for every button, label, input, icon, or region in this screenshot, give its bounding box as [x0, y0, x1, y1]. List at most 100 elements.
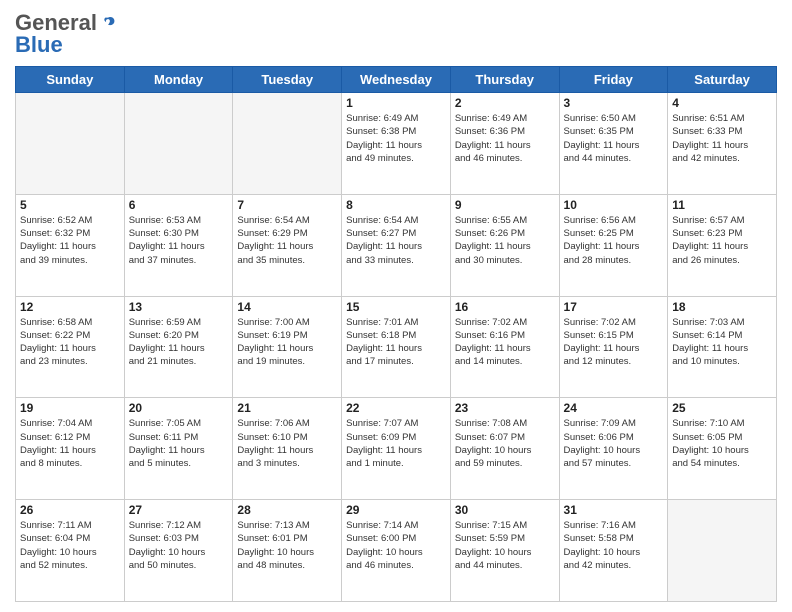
- day-number: 4: [672, 96, 772, 110]
- day-info: Sunrise: 7:04 AM Sunset: 6:12 PM Dayligh…: [20, 417, 120, 470]
- calendar-cell: 29 Sunrise: 7:14 AM Sunset: 6:00 PM Dayli…: [342, 500, 451, 602]
- day-info: Sunrise: 7:13 AM Sunset: 6:01 PM Dayligh…: [237, 519, 337, 572]
- day-number: 24: [564, 401, 664, 415]
- day-number: 21: [237, 401, 337, 415]
- day-number: 12: [20, 300, 120, 314]
- calendar-cell: 19 Sunrise: 7:04 AM Sunset: 6:12 PM Dayli…: [16, 398, 125, 500]
- day-number: 13: [129, 300, 229, 314]
- week-row-1: 1 Sunrise: 6:49 AM Sunset: 6:38 PM Daylig…: [16, 93, 777, 195]
- day-info: Sunrise: 7:00 AM Sunset: 6:19 PM Dayligh…: [237, 316, 337, 369]
- calendar-cell: 27 Sunrise: 7:12 AM Sunset: 6:03 PM Dayli…: [124, 500, 233, 602]
- calendar-cell: 15Sunrise: 7:01 AM Sunset: 6:18 PM Dayli…: [342, 296, 451, 398]
- day-info: Sunrise: 7:14 AM Sunset: 6:00 PM Dayligh…: [346, 519, 446, 572]
- day-info: Sunrise: 6:54 AM Sunset: 6:29 PM Dayligh…: [237, 214, 337, 267]
- day-number: 29: [346, 503, 446, 517]
- day-number: 31: [564, 503, 664, 517]
- week-row-4: 19 Sunrise: 7:04 AM Sunset: 6:12 PM Dayli…: [16, 398, 777, 500]
- calendar-cell: 4 Sunrise: 6:51 AM Sunset: 6:33 PM Daylig…: [668, 93, 777, 195]
- calendar-cell: [16, 93, 125, 195]
- week-row-5: 26 Sunrise: 7:11 AM Sunset: 6:04 PM Dayli…: [16, 500, 777, 602]
- weekday-header-tuesday: Tuesday: [233, 67, 342, 93]
- day-number: 23: [455, 401, 555, 415]
- day-number: 25: [672, 401, 772, 415]
- header: General Blue: [15, 10, 777, 58]
- day-info: Sunrise: 7:02 AM Sunset: 6:15 PM Dayligh…: [564, 316, 664, 369]
- day-info: Sunrise: 7:06 AM Sunset: 6:10 PM Dayligh…: [237, 417, 337, 470]
- calendar-cell: [233, 93, 342, 195]
- weekday-header-monday: Monday: [124, 67, 233, 93]
- week-row-2: 5 Sunrise: 6:52 AM Sunset: 6:32 PM Daylig…: [16, 194, 777, 296]
- day-info: Sunrise: 7:09 AM Sunset: 6:06 PM Dayligh…: [564, 417, 664, 470]
- day-info: Sunrise: 6:58 AM Sunset: 6:22 PM Dayligh…: [20, 316, 120, 369]
- logo: General Blue: [15, 10, 117, 58]
- calendar-cell: 17Sunrise: 7:02 AM Sunset: 6:15 PM Dayli…: [559, 296, 668, 398]
- calendar-cell: 13Sunrise: 6:59 AM Sunset: 6:20 PM Dayli…: [124, 296, 233, 398]
- calendar-cell: 31 Sunrise: 7:16 AM Sunset: 5:58 PM Dayli…: [559, 500, 668, 602]
- day-info: Sunrise: 7:08 AM Sunset: 6:07 PM Dayligh…: [455, 417, 555, 470]
- day-info: Sunrise: 6:57 AM Sunset: 6:23 PM Dayligh…: [672, 214, 772, 267]
- calendar-cell: 1 Sunrise: 6:49 AM Sunset: 6:38 PM Daylig…: [342, 93, 451, 195]
- day-number: 6: [129, 198, 229, 212]
- calendar-cell: 10Sunrise: 6:56 AM Sunset: 6:25 PM Dayli…: [559, 194, 668, 296]
- calendar-cell: 23 Sunrise: 7:08 AM Sunset: 6:07 PM Dayli…: [450, 398, 559, 500]
- weekday-header-sunday: Sunday: [16, 67, 125, 93]
- day-number: 10: [564, 198, 664, 212]
- day-number: 18: [672, 300, 772, 314]
- calendar-cell: 2 Sunrise: 6:49 AM Sunset: 6:36 PM Daylig…: [450, 93, 559, 195]
- calendar-cell: [124, 93, 233, 195]
- calendar-cell: 18Sunrise: 7:03 AM Sunset: 6:14 PM Dayli…: [668, 296, 777, 398]
- day-number: 27: [129, 503, 229, 517]
- weekday-header-wednesday: Wednesday: [342, 67, 451, 93]
- day-number: 30: [455, 503, 555, 517]
- logo-bird-icon: [99, 14, 117, 32]
- calendar-cell: 22Sunrise: 7:07 AM Sunset: 6:09 PM Dayli…: [342, 398, 451, 500]
- calendar-cell: 26 Sunrise: 7:11 AM Sunset: 6:04 PM Dayli…: [16, 500, 125, 602]
- calendar-cell: 8 Sunrise: 6:54 AM Sunset: 6:27 PM Daylig…: [342, 194, 451, 296]
- day-number: 19: [20, 401, 120, 415]
- calendar-cell: [668, 500, 777, 602]
- day-info: Sunrise: 6:49 AM Sunset: 6:36 PM Dayligh…: [455, 112, 555, 165]
- weekday-header-row: SundayMondayTuesdayWednesdayThursdayFrid…: [16, 67, 777, 93]
- day-info: Sunrise: 6:52 AM Sunset: 6:32 PM Dayligh…: [20, 214, 120, 267]
- calendar-cell: 3 Sunrise: 6:50 AM Sunset: 6:35 PM Daylig…: [559, 93, 668, 195]
- calendar-cell: 14 Sunrise: 7:00 AM Sunset: 6:19 PM Dayli…: [233, 296, 342, 398]
- day-number: 11: [672, 198, 772, 212]
- day-number: 1: [346, 96, 446, 110]
- day-info: Sunrise: 7:12 AM Sunset: 6:03 PM Dayligh…: [129, 519, 229, 572]
- page: General Blue SundayMondayTuesdayWednesda…: [0, 0, 792, 612]
- calendar-cell: 5 Sunrise: 6:52 AM Sunset: 6:32 PM Daylig…: [16, 194, 125, 296]
- day-info: Sunrise: 6:50 AM Sunset: 6:35 PM Dayligh…: [564, 112, 664, 165]
- week-row-3: 12 Sunrise: 6:58 AM Sunset: 6:22 PM Dayli…: [16, 296, 777, 398]
- calendar-cell: 7 Sunrise: 6:54 AM Sunset: 6:29 PM Daylig…: [233, 194, 342, 296]
- day-info: Sunrise: 7:02 AM Sunset: 6:16 PM Dayligh…: [455, 316, 555, 369]
- day-number: 3: [564, 96, 664, 110]
- calendar-cell: 25Sunrise: 7:10 AM Sunset: 6:05 PM Dayli…: [668, 398, 777, 500]
- day-number: 5: [20, 198, 120, 212]
- calendar-cell: 24 Sunrise: 7:09 AM Sunset: 6:06 PM Dayli…: [559, 398, 668, 500]
- day-number: 14: [237, 300, 337, 314]
- day-info: Sunrise: 6:53 AM Sunset: 6:30 PM Dayligh…: [129, 214, 229, 267]
- day-number: 28: [237, 503, 337, 517]
- day-info: Sunrise: 7:05 AM Sunset: 6:11 PM Dayligh…: [129, 417, 229, 470]
- weekday-header-friday: Friday: [559, 67, 668, 93]
- day-number: 15: [346, 300, 446, 314]
- day-info: Sunrise: 6:51 AM Sunset: 6:33 PM Dayligh…: [672, 112, 772, 165]
- calendar-cell: 6 Sunrise: 6:53 AM Sunset: 6:30 PM Daylig…: [124, 194, 233, 296]
- day-number: 8: [346, 198, 446, 212]
- calendar-cell: 16Sunrise: 7:02 AM Sunset: 6:16 PM Dayli…: [450, 296, 559, 398]
- day-number: 20: [129, 401, 229, 415]
- day-info: Sunrise: 7:11 AM Sunset: 6:04 PM Dayligh…: [20, 519, 120, 572]
- calendar-cell: 28 Sunrise: 7:13 AM Sunset: 6:01 PM Dayli…: [233, 500, 342, 602]
- day-number: 26: [20, 503, 120, 517]
- day-number: 7: [237, 198, 337, 212]
- day-info: Sunrise: 7:07 AM Sunset: 6:09 PM Dayligh…: [346, 417, 446, 470]
- calendar-cell: 20 Sunrise: 7:05 AM Sunset: 6:11 PM Dayli…: [124, 398, 233, 500]
- weekday-header-saturday: Saturday: [668, 67, 777, 93]
- day-number: 9: [455, 198, 555, 212]
- day-number: 2: [455, 96, 555, 110]
- logo-blue-text: Blue: [15, 32, 63, 58]
- calendar-cell: 9Sunrise: 6:55 AM Sunset: 6:26 PM Daylig…: [450, 194, 559, 296]
- day-info: Sunrise: 7:16 AM Sunset: 5:58 PM Dayligh…: [564, 519, 664, 572]
- day-info: Sunrise: 6:54 AM Sunset: 6:27 PM Dayligh…: [346, 214, 446, 267]
- day-info: Sunrise: 6:49 AM Sunset: 6:38 PM Dayligh…: [346, 112, 446, 165]
